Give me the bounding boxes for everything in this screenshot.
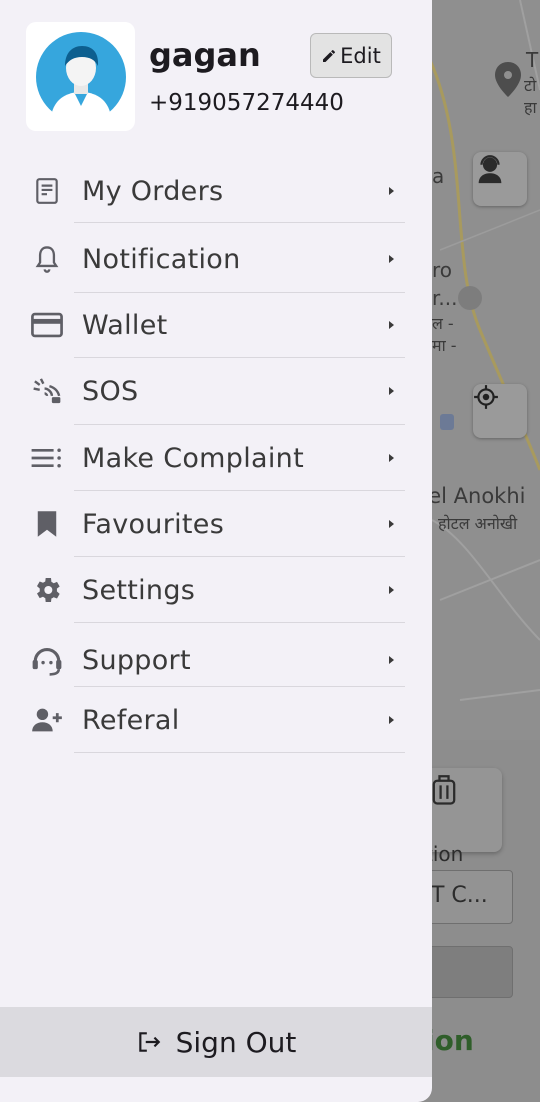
orders-icon xyxy=(29,173,65,209)
logout-icon xyxy=(138,1032,160,1052)
map-label: हा xyxy=(524,98,537,117)
credit-card-icon xyxy=(29,307,65,343)
chevron-right-icon xyxy=(389,255,394,263)
pencil-icon xyxy=(323,49,336,62)
chevron-right-icon xyxy=(389,187,394,195)
menu-item-sos[interactable]: SOS xyxy=(0,358,432,424)
sign-out-label: Sign Out xyxy=(175,1025,297,1059)
menu-item-my-orders[interactable]: My Orders xyxy=(0,158,432,224)
edit-label: Edit xyxy=(340,43,381,68)
user-phone: +919057274440 xyxy=(149,90,344,116)
profile-picture[interactable] xyxy=(26,22,135,131)
add-person-icon xyxy=(29,702,65,738)
menu-label: SOS xyxy=(82,375,139,407)
chevron-right-icon xyxy=(389,656,394,664)
sign-out-button[interactable]: Sign Out xyxy=(0,1007,432,1077)
menu-label: Support xyxy=(82,644,191,676)
menu-label: Wallet xyxy=(82,309,168,341)
menu-label: Referal xyxy=(82,704,180,736)
navigation-drawer: gagan +919057274440 Edit My Orders Notif… xyxy=(0,0,432,1102)
list-icon xyxy=(29,440,65,476)
map-label: होटल अनोखी xyxy=(438,514,518,533)
avatar-icon xyxy=(35,31,126,123)
support-agent-icon xyxy=(29,642,65,678)
divider xyxy=(74,222,405,223)
menu-label: Settings xyxy=(82,574,196,606)
chevron-right-icon xyxy=(389,520,394,528)
menu-label: Make Complaint xyxy=(82,442,304,474)
menu-item-settings[interactable]: Settings xyxy=(0,557,432,623)
map-label: tel Anokhi xyxy=(420,484,526,508)
headset-person-icon xyxy=(478,155,502,184)
menu-item-favourites[interactable]: Favourites xyxy=(0,491,432,557)
map-label: ro xyxy=(432,258,453,282)
menu-label: Favourites xyxy=(82,508,225,540)
booking-action-button[interactable]: ion xyxy=(425,1024,474,1057)
luggage-icon xyxy=(432,775,456,805)
user-name: gagan xyxy=(149,36,261,74)
menu-item-wallet[interactable]: Wallet xyxy=(0,292,432,358)
map-label: r... xyxy=(432,286,458,310)
driver-support-button[interactable] xyxy=(473,152,527,206)
chevron-right-icon xyxy=(389,716,394,724)
map-label: टो xyxy=(524,76,537,95)
divider xyxy=(74,622,405,623)
map-label: T xyxy=(526,48,539,72)
gear-icon xyxy=(29,572,65,608)
bell-icon xyxy=(29,241,65,277)
my-location-button[interactable] xyxy=(473,384,527,438)
menu-label: Notification xyxy=(82,243,241,275)
chevron-right-icon xyxy=(389,321,394,329)
menu-label: My Orders xyxy=(82,175,224,207)
menu-item-support[interactable]: Support xyxy=(0,627,432,693)
menu-item-referal[interactable]: Referal xyxy=(0,687,432,753)
map-label: मा - xyxy=(432,336,457,355)
chevron-right-icon xyxy=(389,454,394,462)
sos-signal-icon xyxy=(29,373,65,409)
menu-item-make-complaint[interactable]: Make Complaint xyxy=(0,425,432,491)
divider xyxy=(74,752,405,753)
chevron-right-icon xyxy=(389,387,394,395)
menu-item-notification[interactable]: Notification xyxy=(0,226,432,292)
map-label: a xyxy=(432,164,445,188)
bookmark-icon xyxy=(29,506,65,542)
edit-profile-button[interactable]: Edit xyxy=(310,33,392,78)
chevron-right-icon xyxy=(389,586,394,594)
crosshair-icon xyxy=(474,385,498,409)
map-label: ल - xyxy=(432,314,454,333)
